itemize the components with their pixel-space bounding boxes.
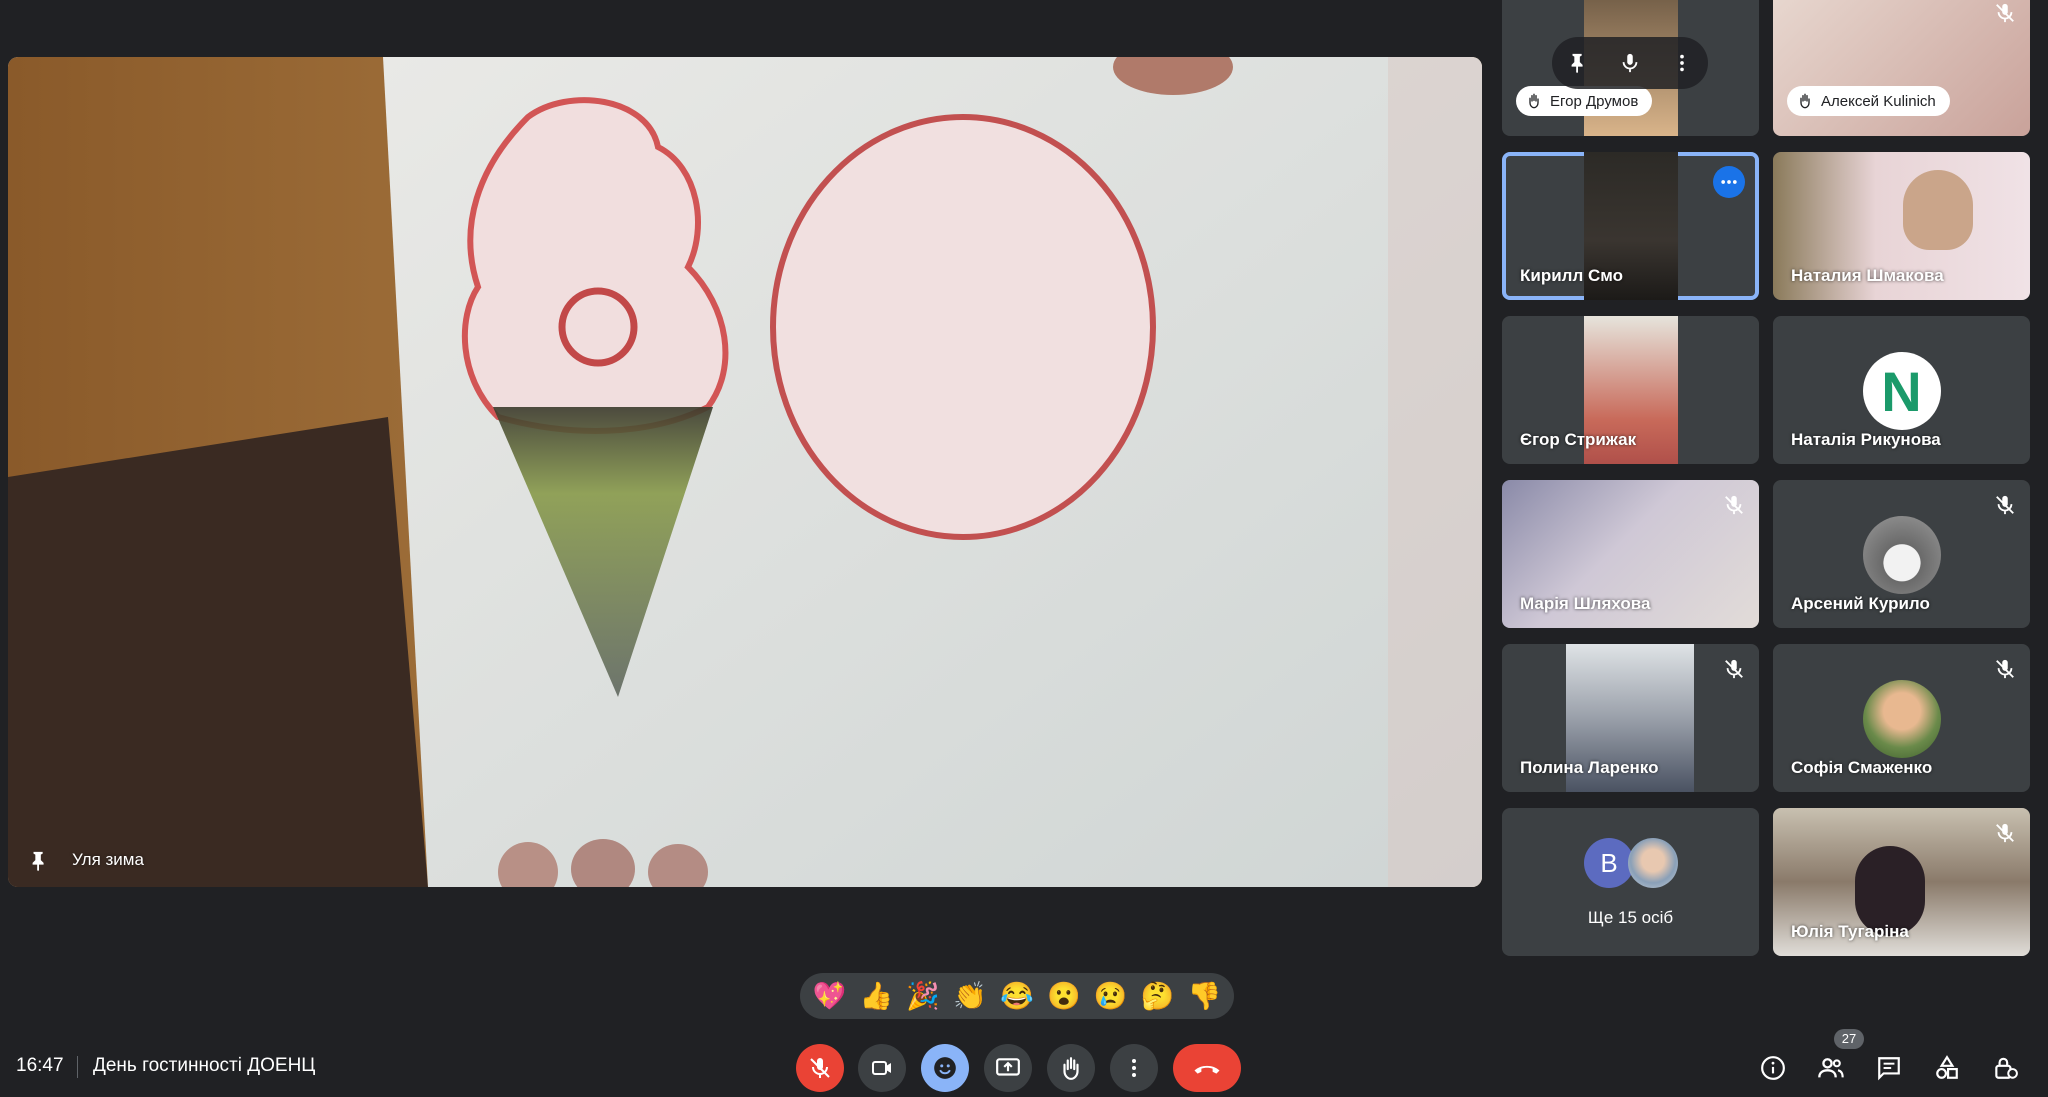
meeting-clock: 16:47	[16, 1055, 64, 1076]
participant-tile[interactable]: Арсений Курило	[1773, 480, 2030, 628]
participant-tile[interactable]: Полина Ларенко	[1502, 644, 1759, 792]
tile-name: Полина Ларенко	[1520, 758, 1659, 777]
people-button[interactable]	[1816, 1053, 1846, 1083]
avatar: N	[1862, 352, 1941, 430]
reaction-thumbs-up[interactable]: 👍	[860, 982, 894, 1010]
pin-icon[interactable]	[28, 849, 50, 873]
muted-mic-icon	[1996, 3, 2014, 23]
present-screen-icon	[996, 1058, 1020, 1076]
avatar	[1862, 516, 1941, 594]
reactions-button[interactable]	[921, 1044, 969, 1092]
more-participants-label: Ще 15 осіб	[1587, 908, 1674, 927]
people-count-badge: 27	[1834, 1029, 1864, 1049]
raised-hand-icon	[1800, 93, 1810, 109]
raised-hand-icon	[1063, 1057, 1079, 1080]
activities-button[interactable]	[1932, 1053, 1962, 1083]
pin-participant-button[interactable]	[1564, 49, 1592, 77]
more-vertical-icon	[1132, 1059, 1136, 1077]
pin-icon	[1571, 53, 1583, 74]
participant-tile[interactable]: Кирилл Смо	[1502, 152, 1759, 300]
people-icon	[1818, 1058, 1844, 1078]
mute-participant-button[interactable]	[1616, 49, 1644, 77]
main-video-stage[interactable]: Уля зима	[8, 57, 1482, 887]
reaction-clap[interactable]: 👏	[953, 982, 987, 1010]
muted-mic-icon	[1996, 659, 2014, 679]
host-controls-button[interactable]	[1990, 1053, 2020, 1083]
muted-mic-icon	[1996, 495, 2014, 515]
chat-button[interactable]	[1874, 1053, 1904, 1083]
meeting-title: День гостинності ДОЕНЦ	[93, 1055, 316, 1076]
lock-person-icon	[1995, 1057, 2018, 1079]
more-participants-tile[interactable]: B Ще 15 осіб	[1502, 808, 1759, 956]
reaction-sad[interactable]: 😢	[1094, 982, 1128, 1010]
camera-toggle-button[interactable]	[858, 1044, 906, 1092]
shared-drawing-video	[8, 57, 1482, 887]
tile-name: Софія Смаженко	[1791, 758, 1933, 777]
smiley-icon	[934, 1057, 956, 1079]
avatar	[1628, 838, 1678, 888]
participant-face	[1903, 170, 1973, 250]
leave-call-button[interactable]	[1173, 1044, 1241, 1092]
tile-hover-toolbar	[1552, 37, 1708, 89]
participant-tile[interactable]: Марія Шляхова	[1502, 480, 1759, 628]
raised-hand-icon	[1529, 93, 1539, 109]
tile-name: Арсений Курило	[1791, 594, 1930, 613]
info-icon	[1761, 1056, 1785, 1080]
divider	[77, 1056, 78, 1078]
tile-name: Наталія Рикунова	[1791, 430, 1941, 449]
more-options-button[interactable]	[1110, 1044, 1158, 1092]
reaction-heart[interactable]: 💖	[813, 982, 847, 1010]
participant-tile[interactable]: Наталия Шмакова	[1773, 152, 2030, 300]
muted-mic-icon	[1725, 659, 1743, 679]
participant-tile[interactable]: Софія Смаженко	[1773, 644, 2030, 792]
chat-icon	[1878, 1057, 1900, 1081]
tile-name: Юлія Тугаріна	[1791, 922, 1909, 941]
reaction-party[interactable]: 🎉	[906, 982, 940, 1010]
reaction-thumbs-down[interactable]: 👎	[1188, 982, 1222, 1010]
reaction-laugh[interactable]: 😂	[1000, 982, 1034, 1010]
more-horizontal-icon	[1721, 180, 1737, 184]
muted-mic-icon	[1996, 823, 2014, 843]
tile-name: Марія Шляхова	[1520, 594, 1651, 613]
present-screen-button[interactable]	[984, 1044, 1032, 1092]
muted-mic-icon	[1725, 495, 1743, 515]
more-vertical-icon	[1680, 54, 1684, 72]
reaction-thinking[interactable]: 🤔	[1141, 982, 1175, 1010]
reactions-bar: 💖 👍 🎉 👏 😂 😮 😢 🤔 👎	[800, 973, 1234, 1019]
tile-name: Алексей Kulinich	[1821, 92, 1936, 110]
participant-tile[interactable]: Юлія Тугаріна	[1773, 808, 2030, 956]
hang-up-icon	[1194, 1065, 1220, 1074]
participant-tile[interactable]: Алексей Kulinich	[1773, 0, 2030, 136]
participant-options-button[interactable]	[1713, 166, 1745, 198]
tile-name: Кирилл Смо	[1520, 266, 1623, 285]
participant-tile[interactable]: N Наталія Рикунова	[1773, 316, 2030, 464]
tile-more-options-button[interactable]	[1668, 49, 1696, 77]
raised-hand-chip: Егор Друмов	[1516, 86, 1653, 116]
presenter-name: Уля зима	[72, 850, 144, 869]
microphone-icon	[1622, 53, 1638, 73]
meeting-details-button[interactable]	[1758, 1053, 1788, 1083]
microphone-toggle-button[interactable]	[796, 1044, 844, 1092]
avatar-letter: B	[1600, 847, 1618, 878]
tile-name: Егор Друмов	[1550, 92, 1639, 110]
avatar-letter: N	[1881, 359, 1922, 423]
raised-hand-chip: Алексей Kulinich	[1787, 86, 1950, 116]
tile-name: Єгор Стрижак	[1520, 430, 1637, 449]
avatar: B	[1584, 838, 1634, 888]
participant-tile[interactable]: Єгор Стрижак	[1502, 316, 1759, 464]
reaction-surprised[interactable]: 😮	[1047, 982, 1081, 1010]
activities-icon	[1936, 1055, 1958, 1079]
tile-name: Наталия Шмакова	[1791, 266, 1944, 285]
mic-off-icon	[810, 1058, 830, 1078]
camera-icon	[872, 1061, 891, 1075]
raise-hand-button[interactable]	[1047, 1044, 1095, 1092]
avatar	[1862, 680, 1941, 758]
